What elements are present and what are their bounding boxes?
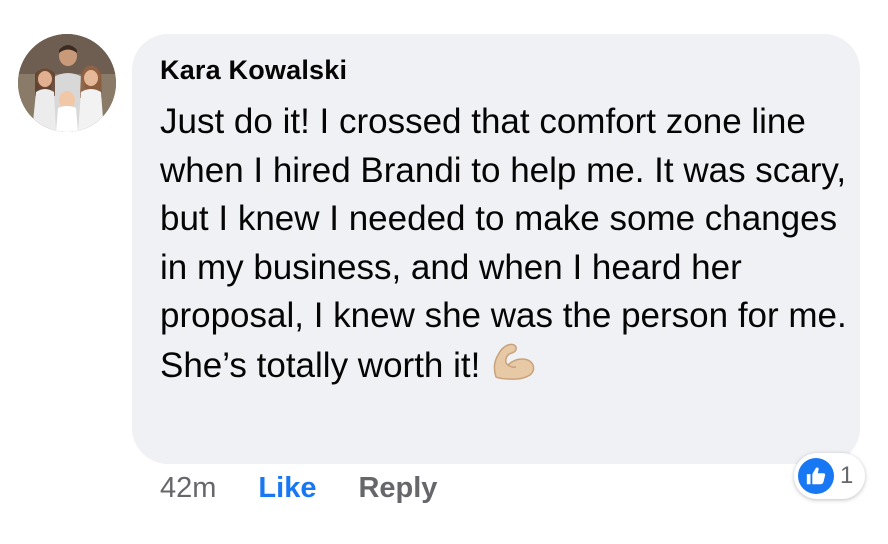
reaction-summary[interactable]: 1 [794, 453, 866, 499]
comment-author[interactable]: Kara Kowalski [160, 55, 347, 86]
comment-timestamp[interactable]: 42m [160, 472, 216, 505]
comment-bubble: Kara Kowalski Just do it! I crossed that… [132, 34, 860, 464]
comment-actions: 42m Like Reply [160, 472, 437, 505]
avatar[interactable] [18, 34, 116, 132]
like-icon [798, 458, 834, 494]
comment-text-block: Just do it! I crossed that comfort zone … [160, 98, 850, 394]
flexed-biceps-icon [490, 341, 536, 395]
like-button[interactable]: Like [258, 472, 316, 505]
avatar-photo [18, 34, 116, 132]
reaction-count: 1 [840, 462, 854, 489]
reply-button[interactable]: Reply [358, 472, 437, 505]
